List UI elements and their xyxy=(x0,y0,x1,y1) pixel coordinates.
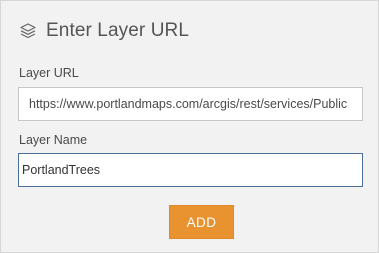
panel-header: Enter Layer URL xyxy=(19,19,189,43)
layers-icon xyxy=(19,22,37,40)
layer-url-label: Layer URL xyxy=(19,66,79,80)
add-button[interactable]: ADD xyxy=(169,205,234,239)
enter-layer-url-panel: Enter Layer URL Layer URL Layer Name ADD xyxy=(0,0,379,253)
layer-url-input[interactable] xyxy=(18,87,363,121)
panel-title: Enter Layer URL xyxy=(46,20,190,41)
layer-name-input[interactable] xyxy=(18,153,363,187)
layer-name-label: Layer Name xyxy=(19,133,88,147)
